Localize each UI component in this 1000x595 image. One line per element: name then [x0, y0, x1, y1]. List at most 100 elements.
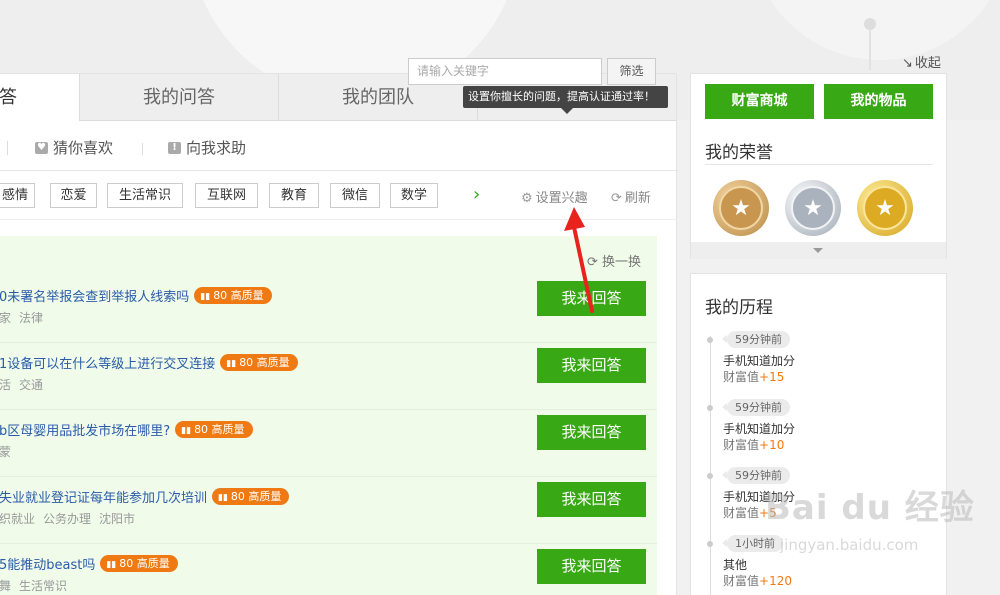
divider — [705, 164, 933, 165]
question-tag[interactable]: 生活常识 — [19, 579, 67, 593]
subnav-guess-you-like[interactable]: ♥ 猜你喜欢 — [35, 137, 113, 158]
question-tags: 活交通 — [0, 376, 51, 393]
question-tag[interactable]: 家 — [0, 311, 11, 325]
question-title-line: b区母婴用品批发市场在哪里? ▮▮ 80 高质量 — [0, 420, 253, 439]
question-title[interactable]: 5能推动beast吗 — [0, 554, 95, 573]
tag-item[interactable]: 数学 — [390, 183, 438, 208]
question-tag[interactable]: 沈阳市 — [99, 512, 135, 526]
reward-badge: ▮▮ 80 高质量 — [220, 354, 298, 371]
question-title[interactable]: 1设备可以在什么等级上进行交叉连接 — [0, 353, 215, 372]
history-wealth: 财富值+15 — [723, 370, 785, 384]
gold-medal-icon[interactable]: ★ — [857, 180, 913, 236]
reward-text: 80 高质量 — [119, 557, 170, 570]
question-title-line: 0未署名举报会查到举报人线索吗 ▮▮ 80 高质量 — [0, 286, 272, 305]
expand-honors-bar[interactable] — [691, 242, 946, 259]
question-tag[interactable]: 公务办理 — [43, 512, 91, 526]
question-title-line: 失业就业登记证每年能参加几次培训 ▮▮ 80 高质量 — [0, 487, 290, 506]
answer-button[interactable]: 我来回答 — [537, 348, 646, 383]
tag-item[interactable]: 微信 — [330, 183, 380, 208]
coin-icon: ▮▮ — [106, 560, 117, 570]
reward-text: 80 高质量 — [239, 356, 290, 369]
tag-item[interactable]: 生活常识 — [107, 183, 183, 208]
answer-button[interactable]: 我来回答 — [537, 482, 646, 517]
subnav-label: 向我求助 — [186, 139, 247, 157]
coin-icon: ▮▮ — [218, 493, 228, 503]
timeline-dot — [707, 473, 713, 479]
history-action: 手机知道加分 — [723, 422, 796, 436]
timeline-dot — [707, 337, 713, 343]
search-input[interactable]: 请输入关键字 — [408, 58, 602, 85]
subnav-label: 猜你喜欢 — [53, 139, 114, 157]
question-title[interactable]: 失业就业登记证每年能参加几次培训 — [0, 487, 207, 506]
collapse-label: 收起 — [914, 56, 941, 71]
refresh-icon: ⟳ — [611, 191, 622, 206]
question-row: 5能推动beast吗 ▮▮ 80 高质量 舞生活常识 我来回答 — [0, 544, 657, 595]
coin-icon: ▮▮ — [200, 292, 211, 302]
set-interest-label: 设置兴趣 — [535, 191, 588, 206]
timeline-axis — [710, 336, 711, 595]
decorative-circle — [750, 0, 1000, 60]
coin-icon: ▮▮ — [226, 359, 237, 369]
question-tags: 织就业 公务办理 沈阳市 — [0, 510, 143, 527]
my-items-button[interactable]: 我的物品 — [824, 84, 933, 119]
question-tag[interactable]: 舞 — [0, 579, 11, 593]
main-panel: 答 我的问答 我的团队 我的任务 ♥ 猜你喜欢 ! 向我求助 感情 恋爱 生活常… — [0, 73, 678, 595]
exclamation-icon: ! — [168, 141, 181, 154]
question-tags: 蒙 — [0, 443, 19, 460]
reward-badge: ▮▮ 80 高质量 — [175, 421, 253, 438]
question-title[interactable]: 0未署名举报会查到举报人线索吗 — [0, 286, 189, 305]
heart-icon: ♥ — [35, 141, 48, 154]
watermark-url: jingyan.baidu.com — [780, 536, 919, 554]
tag-item[interactable]: 恋爱 — [50, 183, 97, 208]
question-list: ⟳ 换一换 0未署名举报会查到举报人线索吗 ▮▮ 80 高质量 家法律 我来回答 … — [0, 236, 657, 595]
refresh-button[interactable]: ⟳ 刷新 — [611, 187, 651, 206]
sub-navigation: ♥ 猜你喜欢 ! 向我求助 — [0, 121, 678, 171]
divider — [7, 141, 8, 155]
answer-button[interactable]: 我来回答 — [537, 415, 646, 450]
reward-badge: ▮▮ 80 高质量 — [100, 555, 178, 572]
question-tag[interactable]: 交通 — [19, 378, 43, 392]
tag-item[interactable]: 教育 — [269, 183, 319, 208]
next-chevron-icon[interactable]: › — [473, 184, 480, 205]
question-tag[interactable]: 活 — [0, 378, 11, 392]
question-row: b区母婴用品批发市场在哪里? ▮▮ 80 高质量 蒙 我来回答 — [0, 410, 657, 477]
honor-title: 我的荣誉 — [705, 143, 773, 163]
answer-button[interactable]: 我来回答 — [537, 549, 646, 584]
question-tags: 舞生活常识 — [0, 577, 75, 594]
watermark-logo: Bai du 经验 — [765, 488, 975, 528]
question-row: 0未署名举报会查到举报人线索吗 ▮▮ 80 高质量 家法律 我来回答 — [0, 276, 657, 343]
history-action: 手机知道加分 — [723, 354, 796, 368]
timeline-dot — [707, 405, 713, 411]
question-tag[interactable]: 织就业 — [0, 512, 35, 526]
question-title-line: 5能推动beast吗 ▮▮ 80 高质量 — [0, 554, 178, 573]
tab-my-qa[interactable]: 我的问答 — [79, 74, 278, 121]
subnav-help-requests[interactable]: ! 向我求助 — [168, 137, 246, 158]
coin-icon: ▮▮ — [181, 426, 192, 436]
tab-answer[interactable]: 答 — [0, 74, 79, 121]
reward-badge: ▮▮ 80 高质量 — [194, 287, 272, 304]
divider — [142, 143, 143, 155]
history-wealth: 财富值+10 — [723, 438, 785, 452]
history-time: 59分钟前 — [722, 399, 790, 416]
question-title[interactable]: b区母婴用品批发市场在哪里? — [0, 420, 170, 439]
collapse-link[interactable]: ↘ 收起 — [902, 52, 941, 71]
collapse-arrow-icon: ↘ — [902, 56, 913, 71]
question-tag[interactable]: 蒙 — [0, 445, 11, 459]
gear-icon: ⚙ — [521, 191, 533, 206]
baidu-jingyan-watermark: Bai du 经验 jingyan.baidu.com — [765, 480, 995, 580]
tag-item[interactable]: 感情 — [0, 183, 35, 208]
filter-button[interactable]: 筛选 — [607, 58, 656, 85]
silver-medal-icon[interactable]: ★ — [785, 180, 841, 236]
decorative-line — [869, 30, 871, 70]
tag-item[interactable]: 互联网 — [195, 183, 258, 208]
set-interest-button[interactable]: ⚙ 设置兴趣 — [521, 187, 588, 206]
wealth-mall-button[interactable]: 财富商城 — [705, 84, 814, 119]
chevron-down-icon — [813, 248, 823, 253]
question-row: 失业就业登记证每年能参加几次培训 ▮▮ 80 高质量 织就业 公务办理 沈阳市 我来回… — [0, 477, 657, 544]
question-tags: 家法律 — [0, 309, 51, 326]
switch-label: 换一换 — [602, 255, 642, 270]
bronze-medal-icon[interactable]: ★ — [713, 180, 769, 236]
question-tag[interactable]: 法律 — [19, 311, 43, 325]
timeline-dot — [707, 541, 713, 547]
wealth-panel: 财富商城 我的物品 我的荣誉 ★ ★ ★ — [690, 73, 947, 259]
